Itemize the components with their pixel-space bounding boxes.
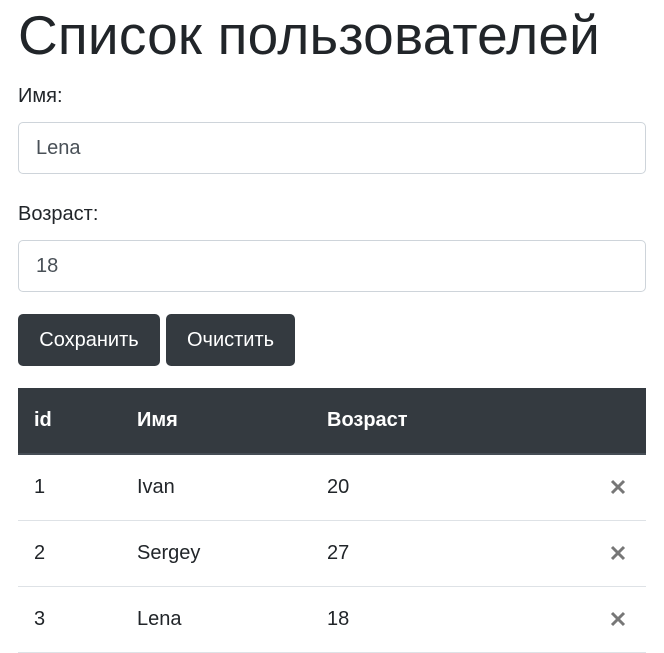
column-header-id: id (18, 388, 121, 455)
name-input[interactable] (18, 122, 646, 174)
table-header-row: id Имя Возраст (18, 388, 646, 455)
close-icon[interactable] (608, 609, 628, 629)
save-button[interactable]: Сохранить (18, 314, 160, 366)
table-row: 1 Ivan 20 (18, 454, 646, 521)
table-body: 1 Ivan 20 2 Sergey 27 3 Lena 18 (18, 454, 646, 653)
close-icon[interactable] (608, 543, 628, 563)
clear-button[interactable]: Очистить (166, 314, 295, 366)
column-header-name: Имя (121, 388, 311, 455)
close-icon[interactable] (608, 477, 628, 497)
form-buttons: Сохранить Очистить (18, 314, 646, 366)
cell-age: 18 (311, 586, 511, 653)
cell-age: 27 (311, 520, 511, 587)
page-title: Список пользователей (18, 4, 601, 66)
name-label: Имя: (18, 85, 63, 107)
cell-age: 20 (311, 454, 511, 521)
column-header-age: Возраст (311, 388, 511, 455)
cell-name: Sergey (121, 520, 311, 587)
age-input[interactable] (18, 240, 646, 292)
cell-id: 3 (18, 586, 121, 653)
cell-actions (511, 454, 646, 521)
cell-actions (511, 586, 646, 653)
user-list-page: Список пользователей Имя: Возраст: Сохра… (0, 0, 664, 653)
age-label: Возраст: (18, 203, 99, 225)
users-table: id Имя Возраст 1 Ivan 20 2 Sergey 27 3 L… (18, 388, 646, 653)
table-header: id Имя Возраст (18, 388, 646, 455)
cell-name: Ivan (121, 454, 311, 521)
column-header-actions (511, 388, 646, 455)
table-row: 3 Lena 18 (18, 586, 646, 653)
cell-id: 2 (18, 520, 121, 587)
cell-id: 1 (18, 454, 121, 521)
table-row: 2 Sergey 27 (18, 520, 646, 587)
cell-actions (511, 520, 646, 587)
cell-name: Lena (121, 586, 311, 653)
